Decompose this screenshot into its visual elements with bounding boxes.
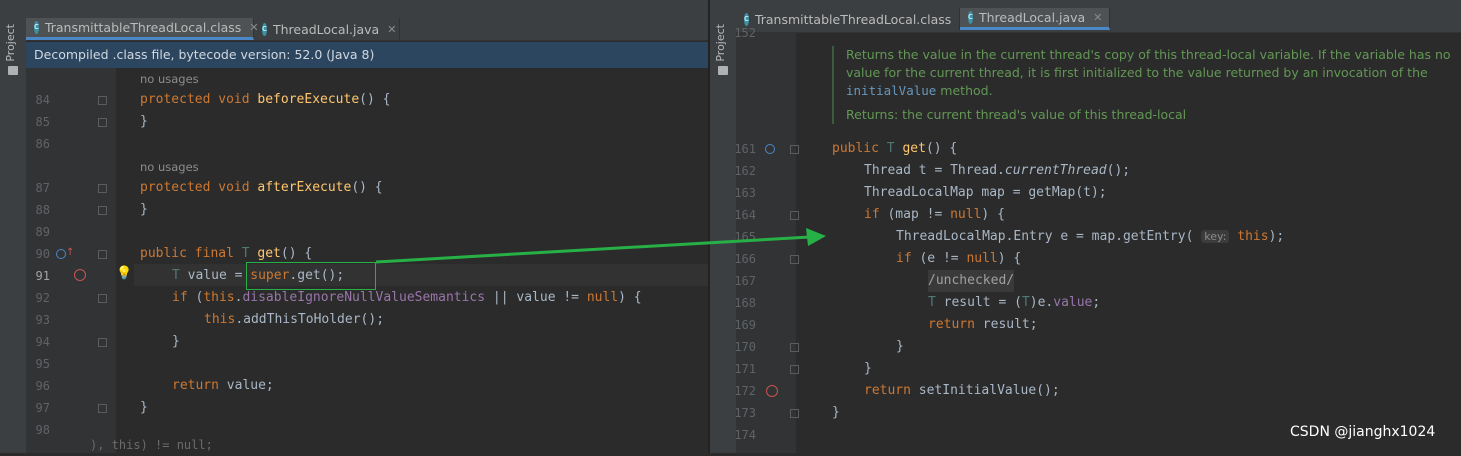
annotation-arrow: [375, 228, 826, 264]
watermark: CSDN @jianghx1024: [1290, 424, 1436, 440]
